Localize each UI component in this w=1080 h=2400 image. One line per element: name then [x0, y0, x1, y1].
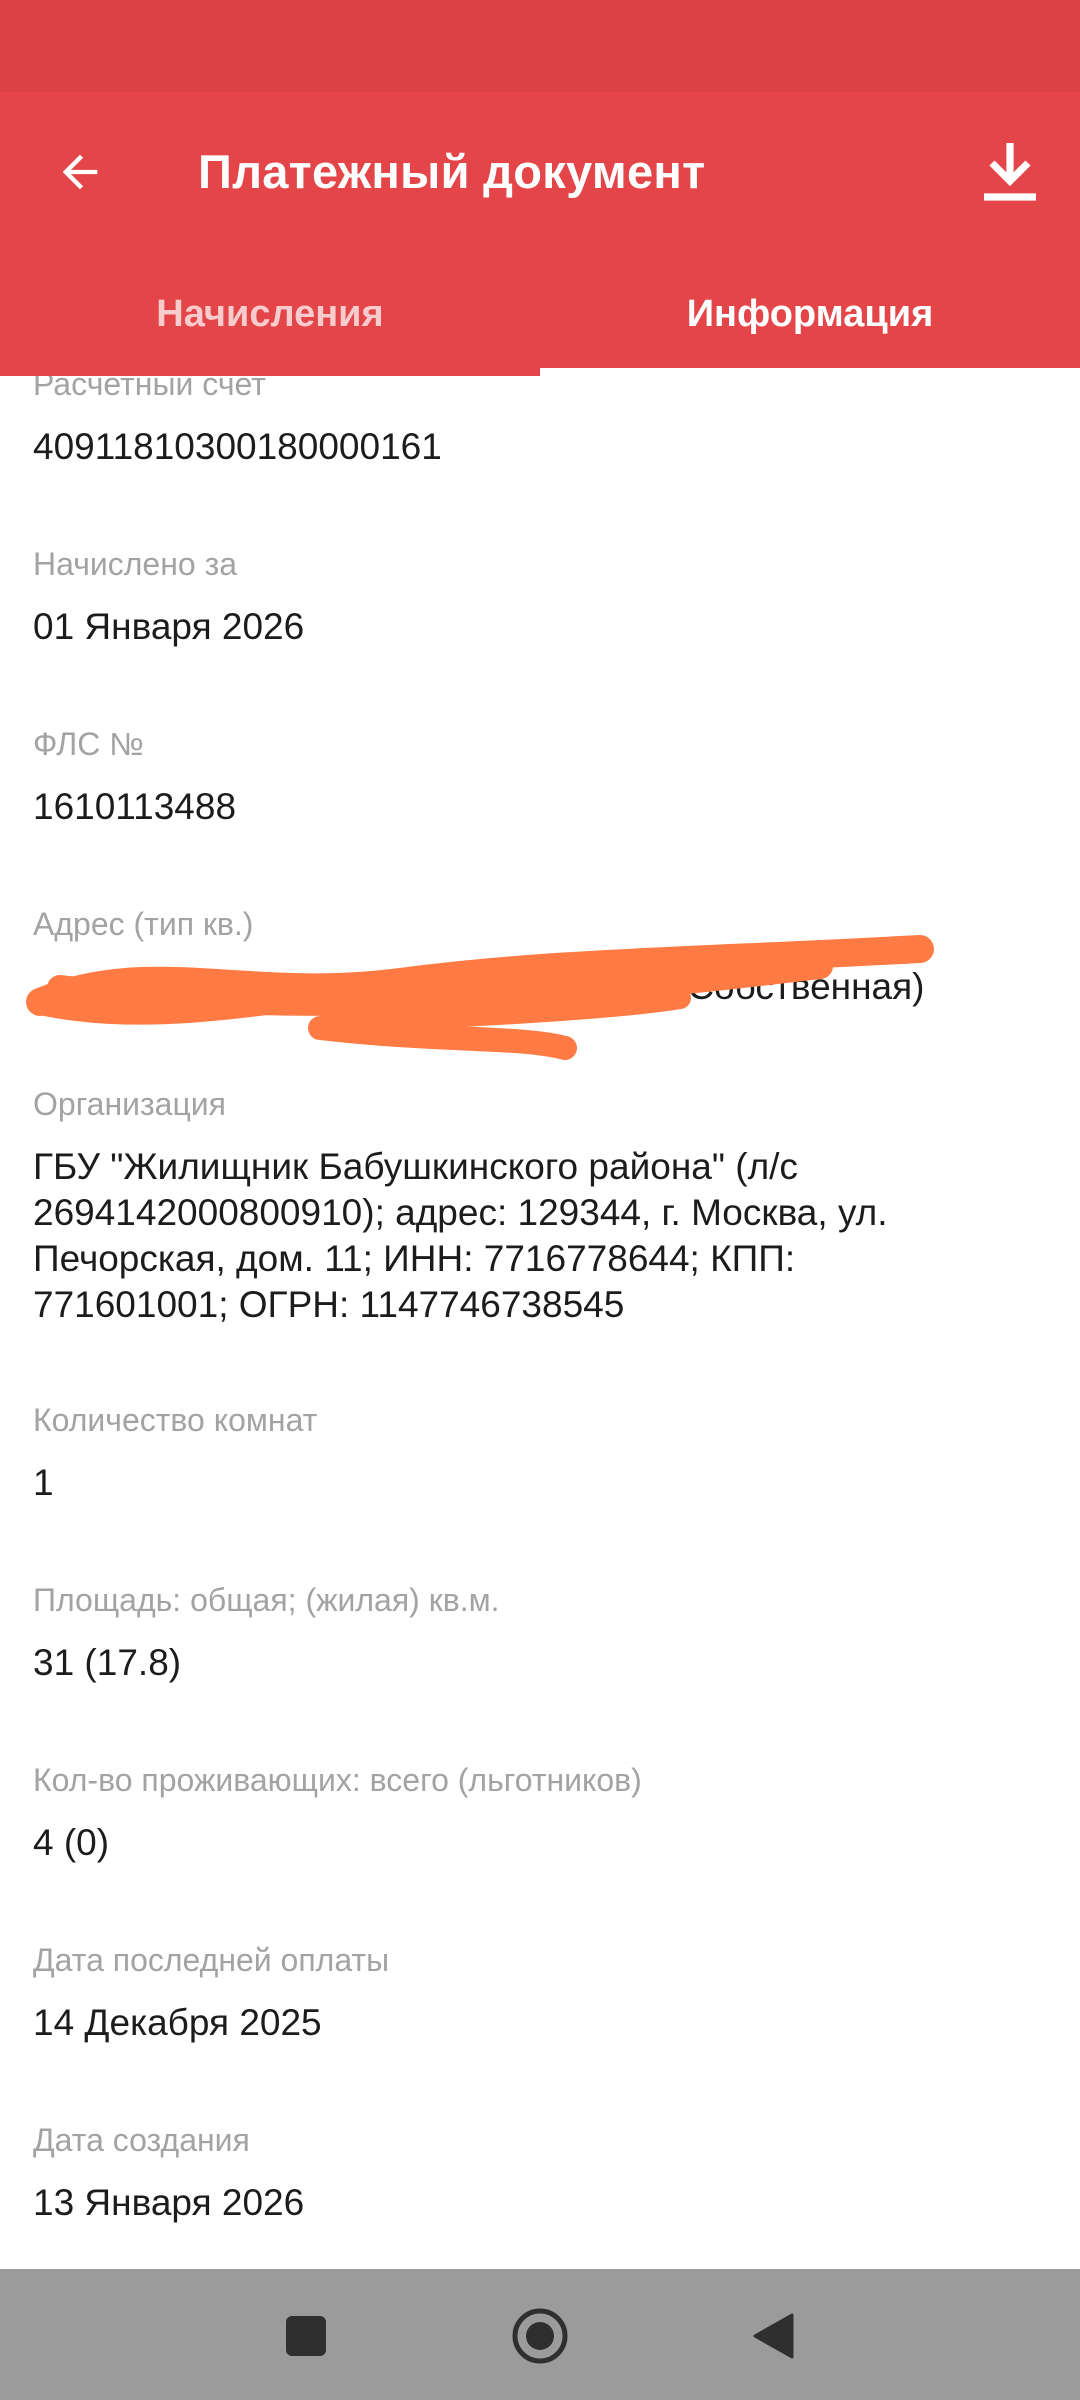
download-button[interactable]	[960, 122, 1060, 222]
nav-back-button[interactable]	[728, 2291, 818, 2381]
field-period: Начислено за 01 Января 2026	[33, 544, 1043, 650]
field-value: 1	[33, 1462, 54, 1503]
back-button[interactable]	[30, 122, 130, 222]
field-label: Адрес (тип кв.)	[33, 906, 254, 942]
square-icon	[286, 2316, 326, 2356]
tab-information[interactable]: Информация	[540, 252, 1080, 376]
field-rooms: Количество комнат 1	[33, 1400, 1043, 1506]
tab-bar: Начисления Информация	[0, 252, 1080, 376]
recents-button[interactable]	[261, 2291, 351, 2381]
field-address: Адрес (тип кв.) (Собственная)	[33, 904, 1043, 1010]
arrow-left-icon	[62, 154, 98, 190]
field-value: 31 (17.8)	[33, 1642, 182, 1683]
field-last-payment: Дата последней оплаты 14 Декабря 2025	[33, 1940, 1043, 2046]
field-value: 1610113488	[33, 786, 237, 827]
page-title: Платежный документ	[198, 145, 706, 198]
field-label: Площадь: общая; (жилая) кв.м.	[33, 1582, 500, 1618]
field-label: Организация	[33, 1086, 226, 1122]
field-value: 14 Декабря 2025	[33, 2002, 322, 2043]
field-created: Дата создания 13 Января 2026	[33, 2120, 1043, 2226]
field-label: Кол-во проживающих: всего (льготников)	[33, 1762, 642, 1798]
field-fls: ФЛС № 1610113488	[33, 724, 1043, 830]
field-label: Начислено за	[33, 546, 238, 582]
download-icon	[984, 143, 1036, 201]
field-label: ФЛС №	[33, 726, 144, 762]
tab-charges[interactable]: Начисления	[0, 252, 540, 376]
field-area: Площадь: общая; (жилая) кв.м. 31 (17.8)	[33, 1580, 1043, 1686]
home-circle-icon	[512, 2308, 568, 2364]
status-bar	[0, 0, 1080, 92]
field-residents: Кол-во проживающих: всего (льготников) 4…	[33, 1760, 1043, 1866]
field-label: Дата последней оплаты	[33, 1942, 390, 1978]
home-button[interactable]	[495, 2291, 585, 2381]
field-value: (Собственная)	[675, 966, 925, 1007]
triangle-back-icon	[753, 2313, 794, 2359]
field-value: 13 Января 2026	[33, 2182, 305, 2223]
system-nav-bar	[0, 2269, 1080, 2400]
field-account: Расчетный счет 40911810300180000161	[33, 376, 1043, 470]
field-organization: Организация ГБУ "Жилищник Бабушкинского …	[33, 1084, 1043, 1328]
app-bar: Платежный документ	[0, 92, 1080, 252]
field-label: Количество комнат	[33, 1402, 318, 1438]
field-value: 40911810300180000161	[33, 426, 442, 467]
field-value: ГБУ "Жилищник Бабушкинского района" (л/с…	[33, 1146, 888, 1325]
field-label: Дата создания	[33, 2122, 250, 2158]
field-label: Расчетный счет	[33, 376, 266, 402]
field-value: 4 (0)	[33, 1822, 110, 1863]
info-list[interactable]: Расчетный счет 40911810300180000161 Начи…	[0, 376, 1080, 2269]
field-value: 01 Января 2026	[33, 606, 305, 647]
